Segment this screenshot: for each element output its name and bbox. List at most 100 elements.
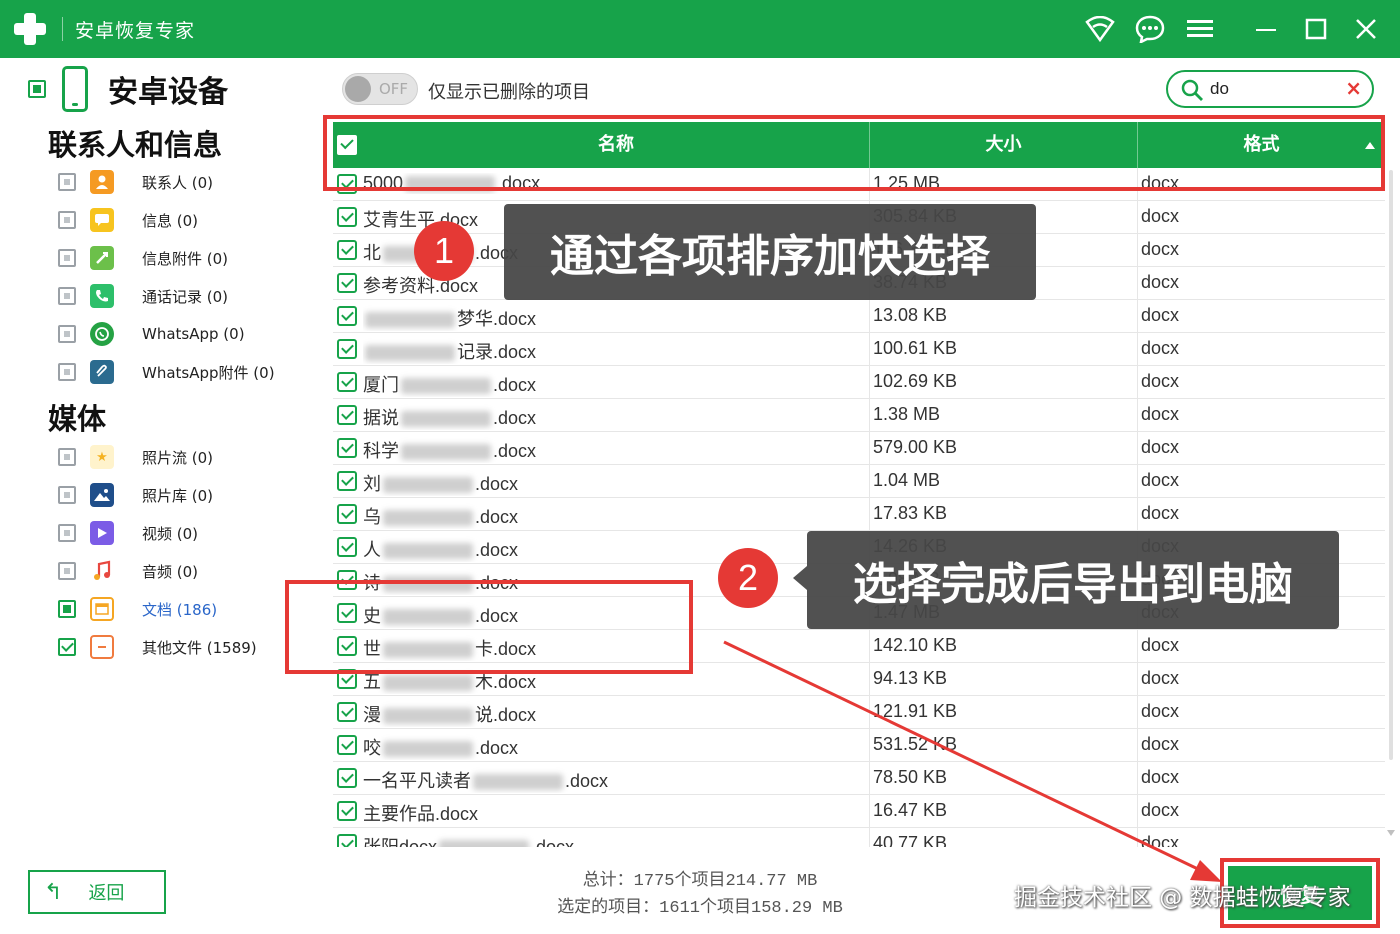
category-checkbox[interactable] (58, 524, 76, 542)
table-row[interactable]: 乌 .docx 17.83 KB docx (333, 498, 1385, 531)
column-divider (1137, 762, 1138, 795)
search-input[interactable] (1210, 78, 1330, 100)
file-size-cell: 1.38 MB (873, 404, 941, 424)
row-checkbox[interactable] (337, 735, 357, 755)
table-row[interactable]: 厦门 .docx 102.69 KB docx (333, 366, 1385, 399)
category-checkbox[interactable] (58, 325, 76, 343)
row-checkbox[interactable] (337, 471, 357, 491)
sidebar-item-documents[interactable]: 文档 (186) (58, 596, 217, 622)
call-log-icon (90, 284, 114, 308)
table-row[interactable]: 漫 说.docx 121.91 KB docx (333, 696, 1385, 729)
row-checkbox[interactable] (337, 438, 357, 458)
search-box: × (1166, 70, 1374, 108)
file-size-cell: 531.52 KB (873, 734, 958, 754)
table-scrollbar[interactable] (1386, 170, 1396, 840)
column-divider (1137, 366, 1138, 399)
category-checkbox[interactable] (58, 249, 76, 267)
file-name-prefix: 咬 (363, 738, 381, 758)
table-row[interactable]: 据说 .docx 1.38 MB docx (333, 399, 1385, 432)
category-checkbox[interactable] (58, 448, 76, 466)
file-name-suffix: .docx (475, 738, 519, 758)
menu-icon[interactable] (1184, 13, 1216, 45)
sidebar-item-whatsapp[interactable]: WhatsApp (0) (58, 321, 245, 347)
row-checkbox[interactable] (337, 339, 357, 359)
file-format-cell: docx (1141, 734, 1180, 754)
column-divider (1137, 729, 1138, 762)
sidebar-item-photo-stream[interactable]: ★ 照片流 (0) (58, 444, 213, 470)
table-row[interactable]: 记录.docx 100.61 KB docx (333, 333, 1385, 366)
toggle-text: OFF (379, 80, 409, 98)
selected-items-text: 选定的项目：1611个项目158.29 MB (557, 899, 843, 918)
category-checkbox[interactable] (58, 211, 76, 229)
deleted-only-toggle[interactable]: OFF (342, 73, 418, 105)
row-checkbox[interactable] (337, 768, 357, 788)
device-row[interactable]: 安卓设备 (28, 66, 228, 112)
sidebar-item-other-files[interactable]: 其他文件 (1589) (58, 634, 257, 660)
table-row[interactable]: 一名平凡读者 .docx 78.50 KB docx (333, 762, 1385, 795)
redacted-text (383, 708, 473, 725)
scroll-down-icon[interactable] (1387, 830, 1395, 836)
wifi-icon[interactable] (1084, 13, 1116, 45)
sidebar-item-audio[interactable]: 音频 (0) (58, 558, 198, 584)
redacted-text (401, 444, 491, 461)
file-format-cell: docx (1141, 767, 1180, 787)
category-checkbox[interactable] (58, 600, 76, 618)
row-checkbox[interactable] (337, 405, 357, 425)
file-name-prefix: 一名平凡读者 (363, 771, 471, 791)
device-checkbox[interactable] (28, 80, 46, 98)
table-row[interactable]: 科学 .docx 579.00 KB docx (333, 432, 1385, 465)
row-checkbox[interactable] (337, 801, 357, 821)
file-name-suffix: 记录.docx (457, 342, 537, 362)
category-checkbox[interactable] (58, 287, 76, 305)
sidebar-item-photo-library[interactable]: 照片库 (0) (58, 482, 213, 508)
row-checkbox[interactable] (337, 273, 357, 293)
minimize-icon[interactable] (1250, 13, 1282, 45)
category-checkbox[interactable] (58, 363, 76, 381)
column-divider (1137, 201, 1138, 234)
row-checkbox[interactable] (337, 834, 357, 847)
sidebar-item-contacts[interactable]: 联系人 (0) (58, 169, 213, 195)
row-checkbox[interactable] (337, 372, 357, 392)
redacted-text (473, 774, 563, 791)
file-format-cell: docx (1141, 800, 1180, 820)
file-size-cell: 102.69 KB (873, 371, 958, 391)
sidebar-item-messages[interactable]: 信息 (0) (58, 207, 198, 233)
redacted-text (439, 840, 530, 847)
row-checkbox[interactable] (337, 504, 357, 524)
category-checkbox[interactable] (58, 173, 76, 191)
file-name-suffix: .docx (493, 441, 537, 461)
column-divider (1137, 300, 1138, 333)
sidebar-item-whatsapp-attachments[interactable]: WhatsApp附件 (0) (58, 359, 275, 385)
category-checkbox[interactable] (58, 562, 76, 580)
close-icon[interactable] (1350, 13, 1382, 45)
table-row[interactable]: 刘 .docx 1.04 MB docx (333, 465, 1385, 498)
messages-icon (90, 208, 114, 232)
category-checkbox[interactable] (58, 638, 76, 656)
scrollbar-track[interactable] (1389, 170, 1393, 760)
table-row[interactable]: 梦华.docx 13.08 KB docx (333, 300, 1385, 333)
file-name-prefix: 主要作品 (363, 804, 435, 824)
sidebar-item-call-log[interactable]: 通话记录 (0) (58, 283, 228, 309)
maximize-icon[interactable] (1300, 13, 1332, 45)
file-size-cell: 40.77 KB (873, 833, 948, 847)
column-divider (1137, 234, 1138, 267)
row-checkbox[interactable] (337, 207, 357, 227)
column-divider (1137, 663, 1138, 696)
back-button[interactable]: ↰ 返回 (28, 870, 166, 914)
row-checkbox[interactable] (337, 702, 357, 722)
clear-search-icon[interactable]: × (1345, 76, 1362, 100)
row-checkbox[interactable] (337, 240, 357, 260)
file-name-cell: 张阳docx .docx (363, 833, 863, 847)
table-row[interactable]: 张阳docx .docx 40.77 KB docx (333, 828, 1385, 847)
table-row[interactable]: 主要作品.docx 16.47 KB docx (333, 795, 1385, 828)
chat-icon[interactable] (1134, 13, 1166, 45)
callout-sort-tip: 通过各项排序加快选择 (504, 204, 1036, 300)
row-checkbox[interactable] (337, 306, 357, 326)
sidebar-item-attachments[interactable]: 信息附件 (0) (58, 245, 228, 271)
table-row[interactable]: 咬 .docx 531.52 KB docx (333, 729, 1385, 762)
sidebar-item-video[interactable]: 视频 (0) (58, 520, 198, 546)
row-checkbox[interactable] (337, 537, 357, 557)
category-checkbox[interactable] (58, 486, 76, 504)
sidebar-item-label: 通话记录 (0) (142, 287, 229, 306)
redacted-text (365, 345, 455, 362)
